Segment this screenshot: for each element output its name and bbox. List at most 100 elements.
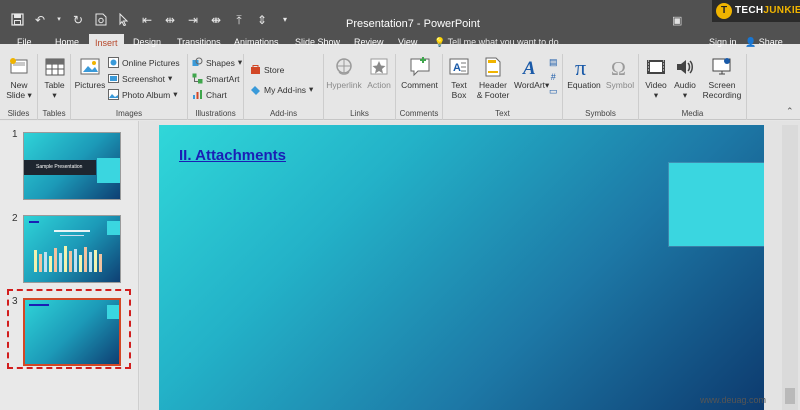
mini-bar [39,254,42,272]
customize-toolbar-icon[interactable]: ▾ [278,13,292,27]
tab-view[interactable]: View [398,37,417,47]
tell-me-search[interactable]: 💡 Tell me what you want to do... [434,37,566,48]
audio-button[interactable]: Audio ▾ [671,56,699,100]
mini-bar [59,253,62,272]
store-icon [250,64,261,75]
store-button[interactable]: Store [250,64,284,75]
text-box-icon: A [449,58,469,75]
ribbon-insert: New Slide ▾ Slides Table ▾ Tables Picture… [0,54,800,120]
photo-album-label: Photo Album [122,89,171,100]
slide-editor: II. Attachments [140,121,800,410]
chevron-down-icon: ▾ [653,90,659,100]
video-label: Video [645,80,667,90]
add-ins-icon [250,84,261,95]
smartart-button[interactable]: SmartArt [192,73,240,84]
undo-dropdown-icon[interactable]: ▾ [56,13,62,27]
align-top-icon[interactable]: ⤒ [232,13,246,27]
current-slide[interactable]: II. Attachments [159,125,764,410]
svg-text:Ω: Ω [611,58,626,78]
text-box-button[interactable]: A Text Box [446,56,472,100]
new-slide-icon [10,58,28,74]
chart-icon [192,89,203,100]
techjunkie-logo: T TECHJUNKIE [712,0,800,22]
align-center-icon[interactable]: ⇹ [163,13,177,27]
group-text: A Text Box Header & Footer A WordArt▾ ▤ # … [443,54,563,120]
hyperlink-button[interactable]: Hyperlink [325,56,363,90]
screen-recording-label-2: Recording [702,90,742,100]
mini-bar [64,246,67,272]
tab-insert[interactable]: Insert [89,34,124,54]
print-preview-icon[interactable] [94,13,108,27]
screenshot-label: Screenshot [122,73,165,84]
comment-label: Comment [401,80,438,90]
lightbulb-icon: 💡 [434,37,446,47]
photo-album-icon [108,89,119,100]
text-box-label-2: Box [451,90,467,100]
pointer-mode-icon[interactable] [117,12,131,27]
chevron-down-icon: ▾ [52,90,57,100]
tab-animations[interactable]: Animations [234,37,279,47]
ribbon-display-icon[interactable]: ▣ [672,14,682,27]
header-label-2: & Footer [476,90,510,100]
save-icon[interactable] [10,13,24,27]
chart-button[interactable]: Chart [192,89,227,100]
tab-slide-show[interactable]: Slide Show [295,37,340,47]
hyperlink-label: Hyperlink [326,80,362,90]
object-icon[interactable]: ▭ [549,86,558,97]
my-add-ins-button[interactable]: My Add-ins ▾ [250,84,313,95]
scrollbar-thumb[interactable] [785,388,795,404]
align-right-icon[interactable]: ⇥ [186,13,200,27]
group-comments: Comment Comments [396,54,443,120]
vertical-scrollbar[interactable] [782,125,798,410]
header-footer-button[interactable]: Header & Footer [473,56,513,100]
tab-home[interactable]: Home [55,37,79,47]
new-slide-button[interactable]: New Slide ▾ [4,56,34,100]
align-middle-icon[interactable]: ⇕ [255,13,269,27]
date-time-icon[interactable]: ▤ [549,57,558,68]
group-illustrations: Shapes ▾ SmartArt Chart Illustrations [188,54,244,120]
wordart-button[interactable]: A WordArt▾ [514,56,549,90]
undo-icon[interactable]: ↶ [33,13,47,27]
online-pictures-button[interactable]: Online Pictures [108,57,180,68]
photo-album-button[interactable]: Photo Album ▾ [108,89,177,100]
watermark: www.deuag.com [700,395,767,405]
screenshot-icon [108,73,119,84]
action-button[interactable]: Action [364,56,394,90]
tab-transitions[interactable]: Transitions [177,37,221,47]
symbol-button[interactable]: Ω Symbol [603,56,637,90]
screenshot-button[interactable]: Screenshot ▾ [108,73,172,84]
slide-thumbnail-1[interactable]: Sample Presentation [23,132,121,200]
screen-recording-button[interactable]: Screen Recording [700,56,744,100]
ribbon-tabs: File Home Insert Design Transitions Anim… [0,34,800,54]
mini-bar [89,252,92,272]
slide-number-icon[interactable]: # [551,72,556,82]
tab-file[interactable]: File [17,37,32,47]
techjunkie-logo-text: TECHJUNKIE [735,5,800,16]
shapes-button[interactable]: Shapes ▾ [192,57,242,68]
screen-recording-icon [712,58,731,75]
collapse-ribbon-icon[interactable]: ⌃ [786,106,794,117]
slide-title[interactable]: II. Attachments [179,147,286,164]
smartart-label: SmartArt [206,73,240,84]
table-button[interactable]: Table ▾ [40,56,69,100]
tab-design[interactable]: Design [133,37,161,47]
equation-button[interactable]: π Equation [565,56,603,90]
tab-review[interactable]: Review [354,37,384,47]
mini-bar [54,248,57,272]
pictures-button[interactable]: Pictures [73,56,107,90]
mini-bar [49,256,52,272]
align-left-icon[interactable]: ⇤ [140,13,154,27]
powerpoint-window: ↶ ▾ ↻ ⇤ ⇹ ⇥ ⇼ ⤒ ⇕ ▾ Presentation7 - Powe… [0,0,800,410]
sign-in-link[interactable]: Sign in [709,37,737,47]
redo-icon[interactable]: ↻ [71,13,85,27]
group-links: Hyperlink Action Links [324,54,396,120]
comment-button[interactable]: Comment [398,56,441,90]
distribute-icon[interactable]: ⇼ [209,13,223,27]
mini-bar [74,249,77,272]
slide-thumbnail-2[interactable] [23,215,121,283]
slide-accent-box[interactable] [669,163,764,246]
new-slide-label-1: New [10,80,28,90]
share-button[interactable]: 👤 Share [745,37,783,48]
text-box-label-1: Text [451,80,467,90]
video-button[interactable]: Video ▾ [642,56,670,100]
